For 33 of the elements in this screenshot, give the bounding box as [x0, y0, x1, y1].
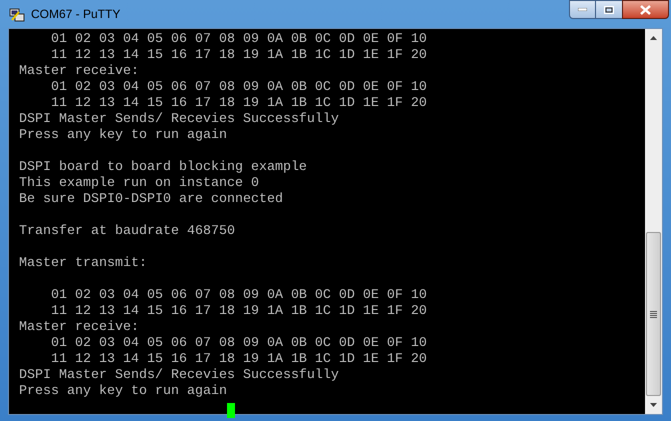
- maximize-button[interactable]: [596, 0, 622, 19]
- terminal-line: Transfer at baudrate 468750: [19, 224, 235, 240]
- window-title: COM67 - PuTTY: [31, 6, 120, 23]
- terminal-line: Master receive:: [19, 320, 139, 336]
- terminal-line: Be sure DSPI0-DSPI0 are connected: [19, 192, 283, 208]
- text-cursor: [227, 403, 235, 418]
- terminal-line: 01 02 03 04 05 06 07 08 09 0A 0B 0C 0D 0E 0F 10: [50, 32, 427, 48]
- minimize-icon: [578, 8, 587, 11]
- terminal-line: 01 02 03 04 05 06 07 08 09 0A 0B 0C 0D 0E 0F 10: [50, 336, 427, 352]
- terminal-line: This example run on instance 0: [19, 176, 259, 192]
- scroll-up-icon[interactable]: [650, 36, 657, 40]
- terminal-line: 01 02 03 04 05 06 07 08 09 0A 0B 0C 0D 0E 0F 10: [50, 80, 427, 96]
- scroll-down-icon[interactable]: [650, 403, 657, 407]
- terminal-line: Master transmit:: [19, 256, 147, 272]
- minimize-button[interactable]: [569, 0, 596, 19]
- terminal-line: 11 12 13 14 15 16 17 18 19 1A 1B 1C 1D 1E 1F 20: [50, 304, 427, 320]
- terminal-line: 11 12 13 14 15 16 17 18 19 1A 1B 1C 1D 1E 1F 20: [50, 352, 427, 368]
- close-button[interactable]: [622, 0, 669, 19]
- terminal-line: DSPI Master Sends/ Recevies Successfully: [19, 112, 339, 128]
- close-icon: [640, 4, 651, 14]
- terminal-line: DSPI Master Sends/ Recevies Successfully: [19, 368, 339, 384]
- scrollbar[interactable]: [645, 29, 662, 414]
- terminal-line: Press any key to run again: [19, 128, 227, 144]
- terminal-line: 11 12 13 14 15 16 17 18 19 1A 1B 1C 1D 1E 1F 20: [50, 48, 427, 64]
- maximize-icon: [604, 6, 614, 14]
- terminal-line: Master receive:: [19, 64, 139, 80]
- grip-icon: [650, 310, 657, 318]
- terminal-line: 11 12 13 14 15 16 17 18 19 1A 1B 1C 1D 1E 1F 20: [50, 96, 427, 112]
- terminal-line: Press any key to run again: [19, 384, 227, 400]
- terminal-line: 01 02 03 04 05 06 07 08 09 0A 0B 0C 0D 0E 0F 10: [50, 288, 427, 304]
- terminal-line: DSPI board to board blocking example: [19, 160, 307, 176]
- terminal-app-icon: [9, 6, 25, 22]
- scroll-thumb[interactable]: [646, 232, 661, 396]
